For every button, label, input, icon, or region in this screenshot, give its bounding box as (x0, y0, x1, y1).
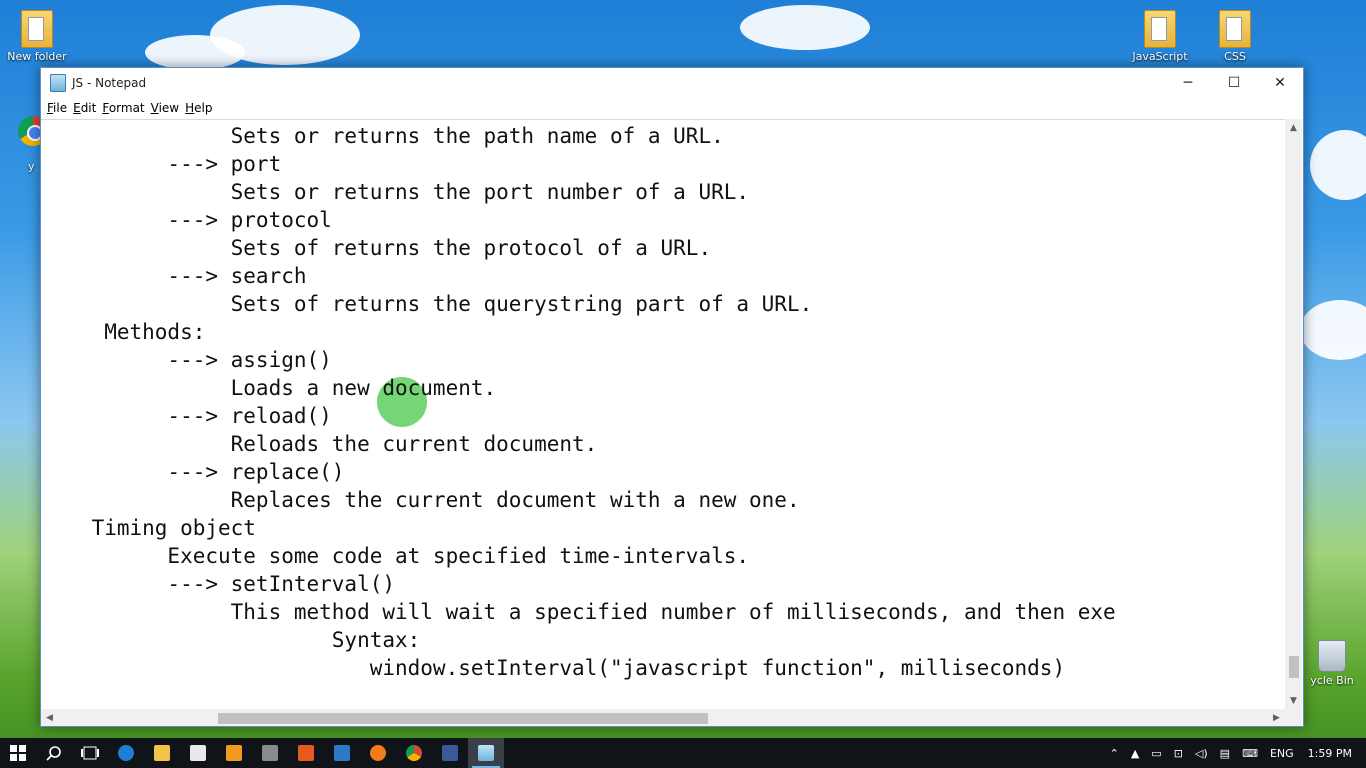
close-button[interactable]: ✕ (1257, 68, 1303, 97)
task-view-button[interactable] (72, 738, 108, 768)
scrollbar-corner (1285, 709, 1302, 726)
volume-icon[interactable]: ◁) (1189, 747, 1214, 760)
vertical-scroll-thumb[interactable] (1289, 656, 1299, 678)
scroll-up-icon[interactable]: ▲ (1285, 119, 1302, 136)
editor-line: ---> protocol (41, 208, 332, 232)
menu-bar: File Edit Format View Help (41, 97, 1303, 119)
desktop-icon-label: CSS (1224, 50, 1246, 63)
editor-line: This method will wait a specified number… (41, 600, 1116, 624)
desktop-icon-label: New folder (7, 50, 67, 63)
keyboard-icon[interactable]: ⌨ (1236, 747, 1264, 760)
taskbar-store[interactable] (180, 738, 216, 768)
taskbar-video-editor[interactable] (252, 738, 288, 768)
vertical-scrollbar[interactable]: ▲ ▼ (1285, 119, 1302, 709)
editor-line: Sets or returns the port number of a URL… (41, 180, 750, 204)
language-indicator[interactable]: ENG (1264, 747, 1300, 760)
menu-view[interactable]: View (151, 101, 185, 115)
windows-icon (10, 745, 26, 761)
editor-line: ---> assign() (41, 348, 332, 372)
horizontal-scrollbar[interactable]: ◀ ▶ (41, 709, 1285, 726)
cloud (1300, 300, 1366, 360)
folder-icon (1219, 10, 1251, 48)
editor-line: Syntax: (41, 628, 421, 652)
menu-format[interactable]: Format (102, 101, 150, 115)
burst-icon (370, 745, 386, 761)
clock[interactable]: 1:59 PM (1300, 747, 1366, 760)
store-icon (190, 745, 206, 761)
text-editor[interactable]: Sets or returns the path name of a URL. … (41, 119, 1285, 710)
taskbar-facebook[interactable] (432, 738, 468, 768)
chrome-icon (406, 745, 422, 761)
taskbar-chrome[interactable] (396, 738, 432, 768)
desktop-icon-label: JavaScript (1132, 50, 1188, 63)
notepad-icon (50, 73, 66, 92)
search-button[interactable] (36, 738, 72, 768)
folder-icon (1144, 10, 1176, 48)
editor-line: Sets of returns the protocol of a URL. (41, 236, 712, 260)
menu-help[interactable]: Help (185, 101, 218, 115)
taskbar-fox-app[interactable] (288, 738, 324, 768)
edge-icon (118, 745, 134, 761)
minimize-button[interactable]: ─ (1165, 68, 1211, 97)
title-bar[interactable]: JS - Notepad ─ ☐ ✕ (41, 68, 1303, 97)
task-view-icon (81, 746, 99, 760)
facebook-icon (442, 745, 458, 761)
editor-line: Execute some code at specified time-inte… (41, 544, 750, 568)
system-tray: ⌃ ▲ ▭ ⊡ ◁) ▤ ⌨ ENG 1:59 PM (1104, 738, 1366, 768)
taskbar-calendar-app[interactable] (324, 738, 360, 768)
scroll-right-icon[interactable]: ▶ (1268, 709, 1285, 726)
taskbar-media-player[interactable] (216, 738, 252, 768)
editor-line: ---> replace() (41, 460, 345, 484)
desktop-icon-new-folder[interactable]: New folder (2, 10, 72, 63)
network-icon[interactable]: ⊡ (1168, 747, 1189, 760)
cloud (145, 35, 245, 70)
editor-line: Timing object (41, 516, 256, 540)
start-button[interactable] (0, 738, 36, 768)
folder-icon (21, 10, 53, 48)
desktop-icon-recycle-bin[interactable]: ycle Bin (1302, 640, 1362, 687)
cloud (1310, 130, 1366, 200)
editor-line: ---> reload() (41, 404, 332, 428)
search-icon (46, 746, 61, 761)
media-player-icon (226, 745, 242, 761)
scroll-down-icon[interactable]: ▼ (1285, 692, 1302, 709)
notification-icon[interactable]: ▤ (1214, 747, 1236, 760)
notepad-window: JS - Notepad ─ ☐ ✕ File Edit Format View… (40, 67, 1304, 727)
editor-line: Replaces the current document with a new… (41, 488, 800, 512)
scroll-left-icon[interactable]: ◀ (41, 709, 58, 726)
editor-line: Sets of returns the querystring part of … (41, 292, 813, 316)
menu-edit[interactable]: Edit (73, 101, 102, 115)
folder-icon (154, 745, 170, 761)
taskbar-file-explorer[interactable] (144, 738, 180, 768)
film-icon (262, 745, 278, 761)
editor-line: ---> search (41, 264, 307, 288)
taskbar-notepad[interactable] (468, 738, 504, 768)
editor-line: Reloads the current document. (41, 432, 598, 456)
editor-line: Loads a new document. (41, 376, 497, 400)
desktop-icon-css[interactable]: CSS (1200, 10, 1270, 63)
editor-line: Sets or returns the path name of a URL. (41, 124, 724, 148)
taskbar-edge[interactable] (108, 738, 144, 768)
notepad-icon (478, 745, 494, 761)
maximize-button[interactable]: ☐ (1211, 68, 1257, 97)
desktop-icon-label: ycle Bin (1310, 674, 1354, 687)
window-title: JS - Notepad (72, 75, 147, 90)
calendar-icon (334, 745, 350, 761)
editor-line: ---> port (41, 152, 282, 176)
editor-line: window.setInterval("javascript function"… (41, 656, 1066, 680)
horizontal-scroll-thumb[interactable] (218, 713, 708, 724)
cloud (740, 5, 870, 50)
taskbar-paint-app[interactable] (360, 738, 396, 768)
vlc-icon[interactable]: ▲ (1125, 747, 1145, 760)
editor-line: ---> setInterval() (41, 572, 396, 596)
recycle-bin-icon (1318, 640, 1346, 672)
fox-icon (298, 745, 314, 761)
desktop-icon-javascript[interactable]: JavaScript (1125, 10, 1195, 63)
battery-icon[interactable]: ▭ (1145, 747, 1167, 760)
desktop-icon-label: y (28, 160, 35, 173)
taskbar: ⌃ ▲ ▭ ⊡ ◁) ▤ ⌨ ENG 1:59 PM (0, 738, 1366, 768)
chevron-up-icon[interactable]: ⌃ (1104, 747, 1125, 760)
editor-line: Methods: (41, 320, 206, 344)
menu-file[interactable]: File (47, 101, 73, 115)
